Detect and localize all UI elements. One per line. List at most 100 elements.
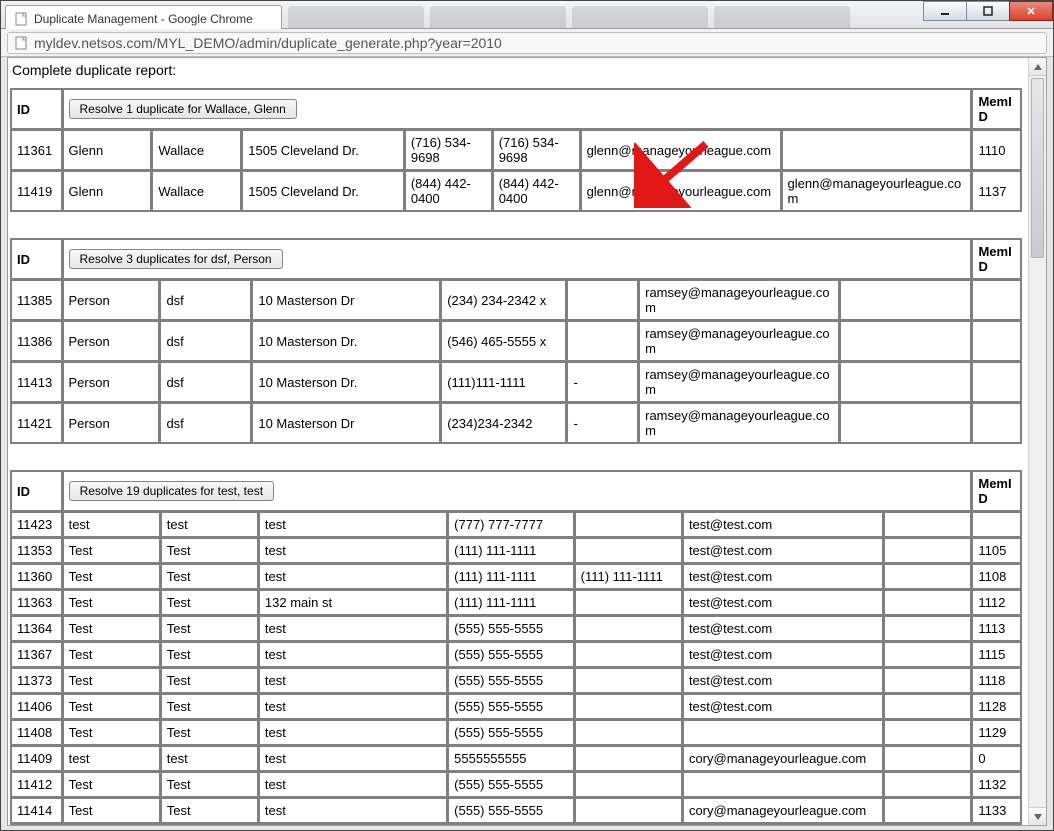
table-row: 11360TestTesttest(111) 111-1111(111) 111… — [11, 564, 1021, 589]
cell-ph2 — [575, 668, 682, 693]
cell-em1 — [683, 720, 883, 745]
cell-ph1: (777) 777-7777 — [448, 512, 574, 537]
window-maximize-button[interactable] — [966, 1, 1010, 21]
cell-em2 — [884, 694, 971, 719]
browser-tab-inactive[interactable] — [572, 6, 708, 28]
cell-addr: test — [259, 616, 447, 641]
col-header-memid: MemID — [972, 89, 1021, 129]
cell-ph1: (555) 555-5555 — [448, 772, 574, 797]
cell-ln: Wallace — [152, 130, 241, 170]
resolve-header: Resolve 19 duplicates for test, test — [63, 471, 972, 511]
cell-addr: test — [259, 798, 447, 823]
cell-em2 — [884, 564, 971, 589]
cell-em2 — [840, 362, 971, 402]
cell-fn: Test — [63, 616, 160, 641]
cell-id: 11385 — [11, 280, 62, 320]
cell-em1 — [683, 772, 883, 797]
scroll-up-button[interactable] — [1029, 58, 1046, 76]
cell-em2 — [884, 720, 971, 745]
cell-ln: Test — [161, 694, 258, 719]
table-row: 11408TestTesttest(555) 555-55551129 — [11, 720, 1021, 745]
browser-tab-inactive[interactable] — [288, 6, 424, 28]
cell-em1: glenn@manageyourleague.com — [581, 171, 781, 211]
scroll-down-button[interactable] — [1029, 807, 1046, 825]
cell-fn: Person — [63, 362, 160, 402]
cell-em1: cory@manageyourleague.com — [683, 746, 883, 771]
vertical-scrollbar[interactable] — [1028, 58, 1046, 825]
cell-em1: glenn@manageyourleague.com — [581, 130, 781, 170]
cell-ln: Test — [161, 538, 258, 563]
cell-em2 — [884, 590, 971, 615]
scrollbar-thumb[interactable] — [1031, 78, 1044, 258]
resolve-button[interactable]: Resolve 3 duplicates for dsf, Person — [69, 249, 283, 269]
browser-tab-inactive[interactable] — [430, 6, 566, 28]
cell-em2 — [884, 512, 971, 537]
window-close-button[interactable] — [1009, 1, 1053, 21]
resolve-header: Resolve 3 duplicates for dsf, Person — [63, 239, 972, 279]
cell-em1: test@test.com — [683, 668, 883, 693]
cell-em2 — [884, 824, 971, 825]
cell-ln: Test — [161, 720, 258, 745]
page-icon — [14, 36, 28, 50]
cell-mem: 1139 — [972, 824, 1021, 825]
cell-addr: 10 Masterson Dr. — [252, 362, 440, 402]
cell-em1: ramsey@manageyourleague.com — [639, 280, 839, 320]
cell-addr: test — [259, 512, 447, 537]
duplicate-table: IDResolve 1 duplicate for Wallace, Glenn… — [10, 88, 1022, 212]
cell-id: 11363 — [11, 590, 62, 615]
cell-em1: test@test.com — [683, 564, 883, 589]
cell-ln: Test — [161, 772, 258, 797]
cell-id: 11422 — [11, 824, 62, 825]
table-row: 11414TestTesttest(555) 555-5555cory@mana… — [11, 798, 1021, 823]
cell-ph1: (716) 534-9698 — [405, 130, 492, 170]
titlebar: Duplicate Management - Google Chrome — [1, 1, 1053, 29]
table-row: 11373TestTesttest(555) 555-5555test@test… — [11, 668, 1021, 693]
cell-fn: Test — [63, 642, 160, 667]
window-minimize-button[interactable] — [923, 1, 967, 21]
cell-id: 11413 — [11, 362, 62, 402]
cell-ph2 — [575, 590, 682, 615]
url-input[interactable]: myldev.netsos.com/MYL_DEMO/admin/duplica… — [7, 32, 1047, 54]
cell-ph2 — [575, 538, 682, 563]
cell-ln: Test — [161, 564, 258, 589]
resolve-button[interactable]: Resolve 1 duplicate for Wallace, Glenn — [69, 99, 297, 119]
cell-fn: Glenn — [63, 130, 152, 170]
table-row: 11353TestTesttest(111) 111-1111test@test… — [11, 538, 1021, 563]
cell-addr: test — [259, 564, 447, 589]
cell-ph1: (111) 111-1111 — [448, 564, 574, 589]
duplicate-table: IDResolve 19 duplicates for test, testMe… — [10, 470, 1022, 825]
cell-mem: 1105 — [972, 538, 1021, 563]
cell-mem: 1118 — [972, 668, 1021, 693]
cell-ln: Test — [161, 668, 258, 693]
cell-mem — [972, 512, 1021, 537]
cell-ph1: (555) 555-5555 — [448, 798, 574, 823]
browser-tab-inactive[interactable] — [714, 6, 850, 28]
cell-ph2 — [575, 616, 682, 641]
tab-title: Duplicate Management - Google Chrome — [34, 12, 253, 26]
cell-addr: test — [259, 772, 447, 797]
col-header-memid: MemID — [972, 239, 1021, 279]
cell-ph2: (844) 442-0400 — [493, 171, 580, 211]
cell-fn: Person — [63, 280, 160, 320]
cell-em1: test@test.com — [683, 512, 883, 537]
cell-em1: test@test.com — [683, 538, 883, 563]
browser-tab-active[interactable]: Duplicate Management - Google Chrome — [5, 5, 282, 29]
cell-ph1: (555) 555-5555 — [448, 616, 574, 641]
cell-mem: 1113 — [972, 616, 1021, 641]
table-row: 11422TestTesttest(555) 555-5555cory@mana… — [11, 824, 1021, 825]
cell-mem: 1112 — [972, 590, 1021, 615]
cell-ph1: (111) 111-1111 — [448, 538, 574, 563]
cell-mem: 1108 — [972, 564, 1021, 589]
cell-addr: test — [259, 538, 447, 563]
cell-ln: Test — [161, 616, 258, 641]
cell-em2 — [840, 403, 971, 443]
cell-fn: Test — [63, 720, 160, 745]
cell-addr: 10 Masterson Dr. — [252, 321, 440, 361]
cell-ph1: (111) 111-1111 — [448, 590, 574, 615]
cell-fn: Test — [63, 772, 160, 797]
cell-ph2: - — [567, 403, 638, 443]
cell-id: 11360 — [11, 564, 62, 589]
resolve-button[interactable]: Resolve 19 duplicates for test, test — [69, 481, 274, 501]
table-row: 11364TestTesttest(555) 555-5555test@test… — [11, 616, 1021, 641]
cell-em1: ramsey@manageyourleague.com — [639, 362, 839, 402]
